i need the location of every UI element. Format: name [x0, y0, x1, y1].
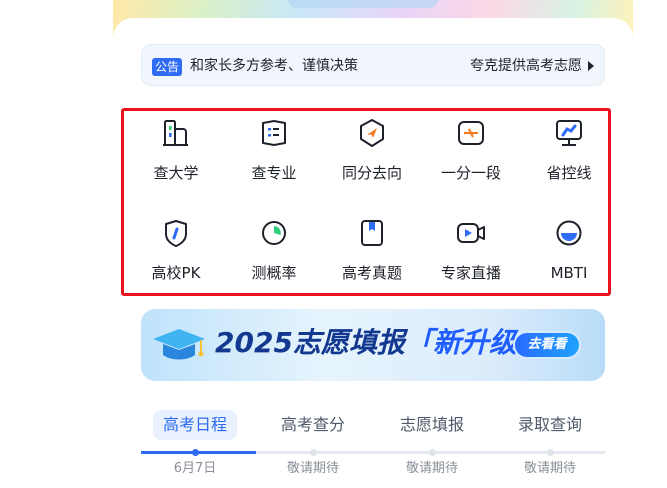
- exam-book-icon: [361, 220, 383, 246]
- compass-icon: [360, 119, 384, 147]
- tool-past-exams[interactable]: 高考真题: [327, 212, 417, 292]
- tool-label: 高考真题: [341, 264, 402, 282]
- tool-label: 查大学: [153, 164, 199, 182]
- tool-label: 一分一段: [440, 164, 501, 182]
- notice-tag: 公告: [152, 58, 183, 76]
- tool-label: 高校PK: [151, 264, 201, 282]
- tab-date: 敬请期待: [523, 461, 576, 476]
- tool-label: 同分去向: [341, 164, 402, 182]
- timeline-dot: [310, 449, 317, 456]
- graduation-cap-icon: [153, 329, 205, 360]
- notice-more-link[interactable]: 夸克提供高考志愿: [470, 56, 582, 76]
- tool-label: 查专业: [251, 164, 297, 182]
- tool-expert-live[interactable]: 专家直播: [426, 212, 516, 292]
- shield-icon: [165, 220, 187, 247]
- timeline-dot: [429, 449, 436, 456]
- tool-mbti[interactable]: MBTI: [524, 212, 614, 292]
- hero-pill-decoration: [288, 0, 438, 8]
- control-line-icon: [556, 120, 582, 146]
- play-arrow-icon[interactable]: [588, 61, 594, 71]
- tool-label: 省控线: [546, 164, 592, 182]
- banner-title: 2025志愿填报「新升级」: [215, 323, 545, 363]
- tab-label: 录取查询: [517, 415, 582, 434]
- notice-text: 和家长多方参考、谨慎决策: [190, 58, 358, 74]
- tool-major[interactable]: 查专业: [229, 112, 319, 192]
- tool-probability[interactable]: 测概率: [229, 212, 319, 292]
- tab-date: 敬请期待: [405, 461, 458, 476]
- promo-banner[interactable]: 2025志愿填报「新升级」 去看看: [141, 309, 605, 381]
- tab-application-fill[interactable]: 志愿填报 敬请期待: [382, 410, 482, 476]
- tool-label: 测概率: [251, 264, 297, 282]
- tool-control-line[interactable]: 省控线: [524, 112, 614, 192]
- tab-date: 敬请期待: [286, 461, 339, 476]
- tool-label: MBTI: [550, 264, 588, 282]
- banner-title-main: 2025志愿填报: [215, 326, 405, 359]
- tool-university[interactable]: 查大学: [131, 112, 221, 192]
- tab-gaokao-schedule[interactable]: 高考日程 6月7日: [145, 410, 245, 476]
- tool-label: 专家直播: [440, 264, 501, 282]
- banner-go-button[interactable]: 去看看: [515, 333, 579, 357]
- probability-pie-icon: [262, 221, 286, 245]
- timeline-dot: [547, 449, 554, 456]
- mbti-icon: [556, 220, 582, 246]
- tool-college-pk[interactable]: 高校PK: [131, 212, 221, 292]
- notice-bar[interactable]: 公告 和家长多方参考、谨慎决策 夸克提供高考志愿: [141, 44, 605, 86]
- tab-label: 高考日程: [152, 410, 237, 440]
- tool-same-score-destination[interactable]: 同分去向: [327, 112, 417, 192]
- tab-admission-query[interactable]: 录取查询 敬请期待: [500, 410, 600, 476]
- score-segment-icon: [458, 121, 484, 145]
- tab-label: 志愿填报: [399, 415, 464, 434]
- tab-label: 高考查分: [280, 415, 345, 434]
- tool-score-segment[interactable]: 一分一段: [426, 112, 516, 192]
- timeline-dot-active: [192, 449, 199, 456]
- major-icon: [262, 120, 286, 146]
- tab-date: 6月7日: [173, 461, 217, 476]
- university-icon: [163, 120, 188, 146]
- live-video-icon: [457, 223, 485, 243]
- tab-score-check[interactable]: 高考查分 敬请期待: [263, 410, 363, 476]
